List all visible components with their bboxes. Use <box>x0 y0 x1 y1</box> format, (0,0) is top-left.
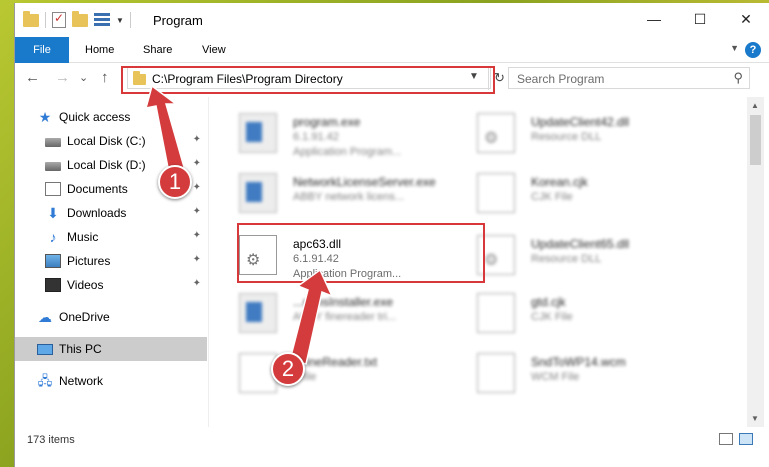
back-button[interactable]: ← <box>25 69 40 86</box>
tab-file[interactable]: File <box>15 37 69 63</box>
file-item-updateclient42-dll[interactable]: UpdateClient42.dll Resource DLL <box>449 103 679 159</box>
annotation-badge-1: 1 <box>158 165 192 199</box>
search-box[interactable]: Search Program ⚲ <box>508 67 750 89</box>
new-folder-icon[interactable] <box>72 10 88 27</box>
toolbar-separator <box>129 12 131 28</box>
disk-icon <box>45 162 61 171</box>
pin-icon[interactable]: ✦ <box>193 158 201 169</box>
dll-icon <box>477 113 515 153</box>
sidebar-item-onedrive[interactable]: ☁ OneDrive <box>15 305 207 329</box>
annotation-badge-2: 2 <box>271 352 305 386</box>
view-options-icon[interactable] <box>94 13 110 27</box>
vertical-scrollbar[interactable]: ▲ ▼ <box>747 97 764 427</box>
scroll-down-icon[interactable]: ▼ <box>751 414 759 423</box>
file-item-sndtowp14-wcm[interactable]: SndToWP14.wcm WCM File <box>449 343 679 399</box>
pin-icon[interactable]: ✦ <box>193 254 201 265</box>
quick-access-toolbar: ▼ <box>23 10 131 28</box>
window-title: Program <box>153 13 203 28</box>
recent-locations-chevron-icon[interactable]: ⌄ <box>79 71 88 84</box>
expand-ribbon-chevron-icon[interactable]: ▼ <box>730 43 739 53</box>
tab-share[interactable]: Share <box>143 37 172 63</box>
file-icon <box>477 353 515 393</box>
search-placeholder: Search Program <box>517 72 605 86</box>
file-item-korean-cjk[interactable]: Korean.cjk CJK File <box>449 163 679 219</box>
network-icon: 🖧 <box>37 373 53 388</box>
pin-icon[interactable]: ✦ <box>193 206 201 217</box>
sidebar-item-this-pc[interactable]: This PC <box>15 337 207 361</box>
sidebar-item-downloads[interactable]: ⬇ Downloads ✦ <box>15 201 207 225</box>
toolbar-separator <box>45 12 46 28</box>
customize-toolbar-chevron-icon[interactable]: ▼ <box>116 16 124 25</box>
help-icon[interactable]: ? <box>745 42 761 58</box>
window-controls: — ☐ ✕ <box>631 3 769 35</box>
up-button[interactable]: ↑ <box>101 69 109 86</box>
ribbon-tabs: File Home Share View ▼ ? <box>15 37 769 63</box>
disk-icon <box>45 138 61 147</box>
item-count: 173 items <box>27 434 75 446</box>
pin-icon[interactable]: ✦ <box>193 182 201 193</box>
large-icons-view-icon[interactable] <box>739 433 753 445</box>
folder-icon[interactable] <box>23 10 39 27</box>
app-icon <box>239 293 277 333</box>
sidebar-item-quick-access[interactable]: ★ Quick access <box>15 105 207 129</box>
maximize-button[interactable]: ☐ <box>677 3 723 35</box>
navigation-pane: ★ Quick access Local Disk (C:) ✦ Local D… <box>15 97 209 427</box>
close-button[interactable]: ✕ <box>723 3 769 35</box>
file-highlight-box <box>237 223 485 283</box>
status-bar: 173 items <box>15 427 769 453</box>
pictures-icon <box>45 254 61 268</box>
scroll-up-icon[interactable]: ▲ <box>751 101 759 110</box>
file-item-installer-exe[interactable]: ...mmsInstaller.exe ABBY finereader tri.… <box>211 283 441 339</box>
file-item-gtd-cjk[interactable]: gtd.cjk CJK File <box>449 283 679 339</box>
file-icon <box>477 173 515 213</box>
pin-icon[interactable]: ✦ <box>193 134 201 145</box>
computer-icon <box>37 343 53 355</box>
title-bar: ▼ Program — ☐ ✕ <box>15 3 769 37</box>
address-highlight-box <box>121 66 495 94</box>
minimize-button[interactable]: — <box>631 3 677 35</box>
file-item-networklicenseserver-exe[interactable]: NetworkLicenseServer.exe ABBY network li… <box>211 163 441 219</box>
tab-view[interactable]: View <box>202 37 226 63</box>
forward-button[interactable]: → <box>55 69 70 86</box>
pin-icon[interactable]: ✦ <box>193 230 201 241</box>
sidebar-item-music[interactable]: ♪ Music ✦ <box>15 225 207 249</box>
details-view-icon[interactable] <box>719 433 733 445</box>
document-icon <box>45 182 61 196</box>
sidebar-item-network[interactable]: 🖧 Network <box>15 369 207 393</box>
sidebar-item-pictures[interactable]: Pictures ✦ <box>15 249 207 273</box>
sidebar-item-local-disk-c[interactable]: Local Disk (C:) ✦ <box>15 129 207 153</box>
file-item-finereader-txt[interactable]: ...fineReader.txt ...file <box>211 343 441 399</box>
search-icon[interactable]: ⚲ <box>733 70 743 86</box>
star-icon: ★ <box>38 109 52 125</box>
sidebar-item-videos[interactable]: Videos ✦ <box>15 273 207 297</box>
app-icon <box>239 173 277 213</box>
properties-icon[interactable] <box>52 11 66 28</box>
video-icon <box>45 278 61 292</box>
file-item-program-exe[interactable]: program.exe 6.1.91.42 Application Progra… <box>211 103 441 159</box>
pin-icon[interactable]: ✦ <box>193 278 201 289</box>
scrollbar-thumb[interactable] <box>750 115 761 165</box>
explorer-window: ▼ Program — ☐ ✕ File Home Share View ▼ ?… <box>14 3 769 467</box>
music-icon: ♪ <box>49 229 57 245</box>
tab-home[interactable]: Home <box>85 37 114 63</box>
download-icon: ⬇ <box>47 205 59 221</box>
app-icon <box>239 113 277 153</box>
file-icon <box>477 293 515 333</box>
cloud-icon: ☁ <box>38 309 52 325</box>
